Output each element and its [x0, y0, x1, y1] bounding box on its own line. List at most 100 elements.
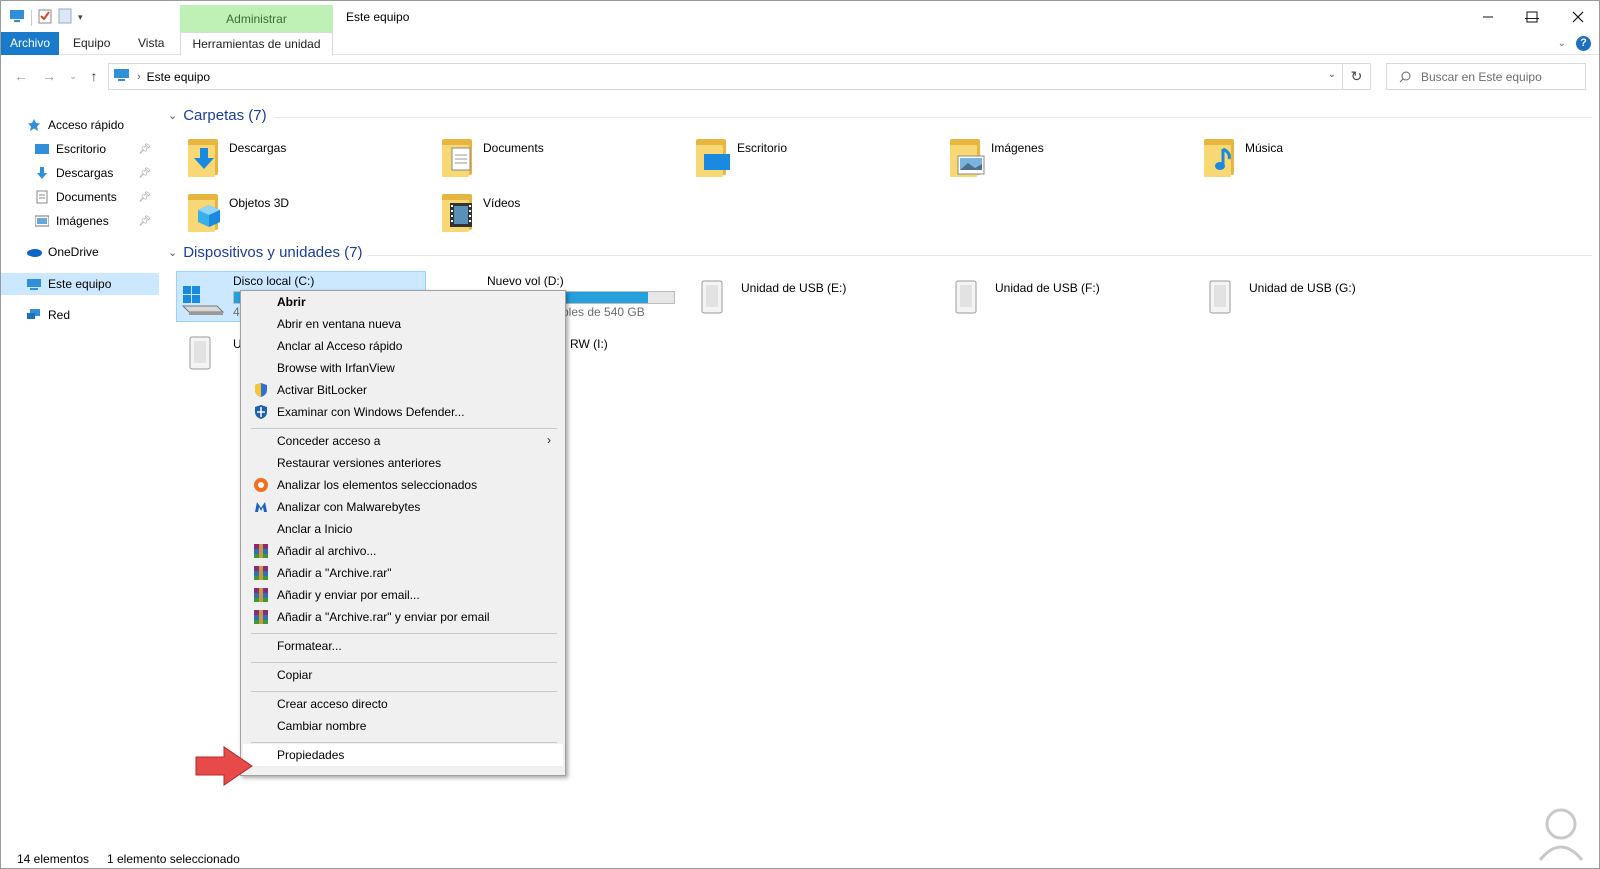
sidebar-item-red[interactable]: Red	[1, 304, 159, 326]
menu-item-anadir-archivo[interactable]: Añadir al archivo...	[243, 540, 563, 562]
drive-tile-g[interactable]: Unidad de USB (G:)	[1201, 273, 1401, 323]
menu-item-analizar-elementos[interactable]: Analizar los elementos seleccionados	[243, 474, 563, 496]
drive-tile-e[interactable]: Unidad de USB (E:)	[693, 273, 893, 323]
sidebar-item-descargas[interactable]: Descargas 📌︎	[1, 162, 159, 184]
folder-icon	[185, 190, 223, 232]
search-icon	[1399, 71, 1411, 82]
customize-toolbar-icon[interactable]: ▾	[78, 12, 83, 23]
menu-item-anadir-archive-rar[interactable]: Añadir a "Archive.rar"	[243, 562, 563, 584]
folder-tile-descargas[interactable]: Descargas	[185, 135, 286, 177]
sidebar-item-escritorio[interactable]: Escritorio 📌︎	[1, 138, 159, 160]
folder-tile-imagenes[interactable]: Imágenes	[947, 135, 1044, 177]
folder-label: Descargas	[229, 141, 287, 155]
properties-icon[interactable]	[38, 8, 52, 27]
drive-label: Unidad de USB (E:)	[741, 281, 847, 295]
drive-tile-f[interactable]: Unidad de USB (F:)	[947, 273, 1147, 323]
refresh-button[interactable]: ↻	[1343, 63, 1371, 90]
menu-item-label: Conceder acceso a	[277, 434, 381, 448]
back-button[interactable]: ←	[11, 66, 31, 86]
tab-herramientas-de-unidad[interactable]: Herramientas de unidad	[180, 32, 333, 55]
minimize-button-2[interactable]	[1465, 1, 1511, 32]
menu-item-conceder-acceso[interactable]: Conceder acceso a ›	[243, 430, 563, 452]
folder-label: Música	[1245, 141, 1284, 155]
winrar-icon	[254, 544, 268, 558]
download-icon	[194, 148, 214, 169]
menu-item-label: Restaurar versiones anteriores	[277, 456, 442, 470]
image-icon	[34, 213, 50, 229]
ribbon-tabs: Archivo Equipo Vista Herramientas de uni…	[1, 32, 1599, 55]
folder-tile-escritorio[interactable]: Escritorio	[693, 135, 787, 177]
folder-label: Escritorio	[737, 141, 788, 155]
pin-icon[interactable]: 📌︎	[138, 168, 151, 179]
sidebar-item-imagenes[interactable]: Imágenes 📌︎	[1, 210, 159, 232]
sidebar-item-documents[interactable]: Documents 📌︎	[1, 186, 159, 208]
folder-tile-objetos-3d[interactable]: Objetos 3D	[185, 190, 289, 232]
menu-item-crear-acceso-directo[interactable]: Crear acceso directo	[243, 693, 563, 715]
menu-item-activar-bitlocker[interactable]: Activar BitLocker	[243, 379, 563, 401]
menu-item-anclar-acceso-rapido[interactable]: Anclar al Acceso rápido	[243, 335, 563, 357]
defender-icon	[255, 405, 267, 419]
up-button[interactable]: ↑	[84, 66, 104, 86]
menu-item-restaurar-versiones[interactable]: Restaurar versiones anteriores	[243, 452, 563, 474]
network-icon	[26, 307, 42, 323]
menu-separator	[251, 691, 557, 692]
group-header-carpetas[interactable]: ⌄ Carpetas (7)	[168, 107, 267, 124]
close-button[interactable]	[1555, 1, 1599, 32]
red-pointer-arrow-icon	[195, 746, 253, 786]
pin-icon[interactable]: 📌︎	[138, 144, 151, 155]
folder-tile-videos[interactable]: Vídeos	[439, 190, 520, 232]
menu-item-windows-defender[interactable]: Examinar con Windows Defender...	[243, 401, 563, 423]
recent-locations-button[interactable]: ⌄	[63, 66, 83, 86]
folder-label: Documents	[483, 141, 544, 155]
music-icon	[1215, 147, 1231, 170]
menu-item-anadir-enviar-email[interactable]: Añadir y enviar por email...	[243, 584, 563, 606]
menu-item-label: Propiedades	[277, 748, 345, 762]
menu-item-anadir-rar-enviar-email[interactable]: Añadir a "Archive.rar" y enviar por emai…	[243, 606, 563, 628]
menu-item-malwarebytes[interactable]: Analizar con Malwarebytes	[243, 496, 563, 518]
group-divider	[274, 117, 1592, 118]
folder-tile-documents[interactable]: Documents	[439, 135, 544, 177]
new-folder-icon[interactable]	[58, 8, 72, 27]
pin-icon[interactable]: 📌︎	[138, 192, 151, 203]
sidebar-item-label: Imágenes	[56, 214, 109, 228]
sidebar-item-label: Acceso rápido	[48, 118, 125, 132]
address-dropdown-icon[interactable]: ⌄	[1328, 69, 1336, 80]
drive-tile-h[interactable]: U	[181, 329, 242, 379]
forward-button[interactable]: →	[39, 66, 59, 86]
expand-ribbon-icon[interactable]: ⌄	[1558, 38, 1566, 49]
computer-icon	[26, 276, 42, 292]
maximize-button[interactable]	[1509, 1, 1555, 32]
tab-archivo[interactable]: Archivo	[1, 32, 59, 55]
menu-item-formatear[interactable]: Formatear...	[243, 635, 563, 657]
group-header-dispositivos[interactable]: ⌄ Dispositivos y unidades (7)	[168, 244, 362, 261]
tab-equipo[interactable]: Equipo	[63, 32, 120, 55]
pin-icon[interactable]: 📌︎	[138, 216, 151, 227]
menu-separator	[251, 633, 557, 634]
menu-item-anclar-inicio[interactable]: Anclar a Inicio	[243, 518, 563, 540]
menu-item-browse-irfanview[interactable]: Browse with IrfanView	[243, 357, 563, 379]
menu-item-copiar[interactable]: Copiar	[243, 664, 563, 686]
breadcrumb[interactable]: Este equipo	[147, 70, 210, 84]
tab-vista[interactable]: Vista	[128, 32, 174, 55]
computer-icon[interactable]	[9, 9, 25, 26]
folder-icon	[947, 135, 985, 177]
menu-item-label: Copiar	[277, 668, 313, 682]
sidebar-item-onedrive[interactable]: OneDrive	[1, 241, 159, 263]
address-bar[interactable]: › Este equipo ⌄	[108, 63, 1343, 90]
desktop-icon	[34, 141, 50, 157]
menu-item-abrir[interactable]: Abrir	[243, 291, 563, 313]
forward-arrow-icon: →	[42, 68, 56, 84]
menu-item-propiedades[interactable]: Propiedades	[243, 744, 563, 766]
manage-context-header: Administrar	[180, 5, 333, 33]
menu-item-label: Anclar al Acceso rápido	[277, 339, 403, 353]
back-arrow-icon: ←	[14, 68, 28, 84]
sidebar-item-acceso-rapido[interactable]: Acceso rápido	[1, 114, 159, 136]
menu-item-abrir-ventana-nueva[interactable]: Abrir en ventana nueva	[243, 313, 563, 335]
search-input[interactable]: Buscar en Este equipo	[1386, 63, 1586, 90]
help-icon[interactable]: ?	[1576, 36, 1591, 51]
folder-icon	[439, 135, 477, 177]
menu-item-cambiar-nombre[interactable]: Cambiar nombre	[243, 715, 563, 737]
sidebar-item-este-equipo[interactable]: Este equipo	[1, 273, 159, 295]
menu-separator	[251, 662, 557, 663]
folder-tile-musica[interactable]: Música	[1201, 135, 1283, 177]
